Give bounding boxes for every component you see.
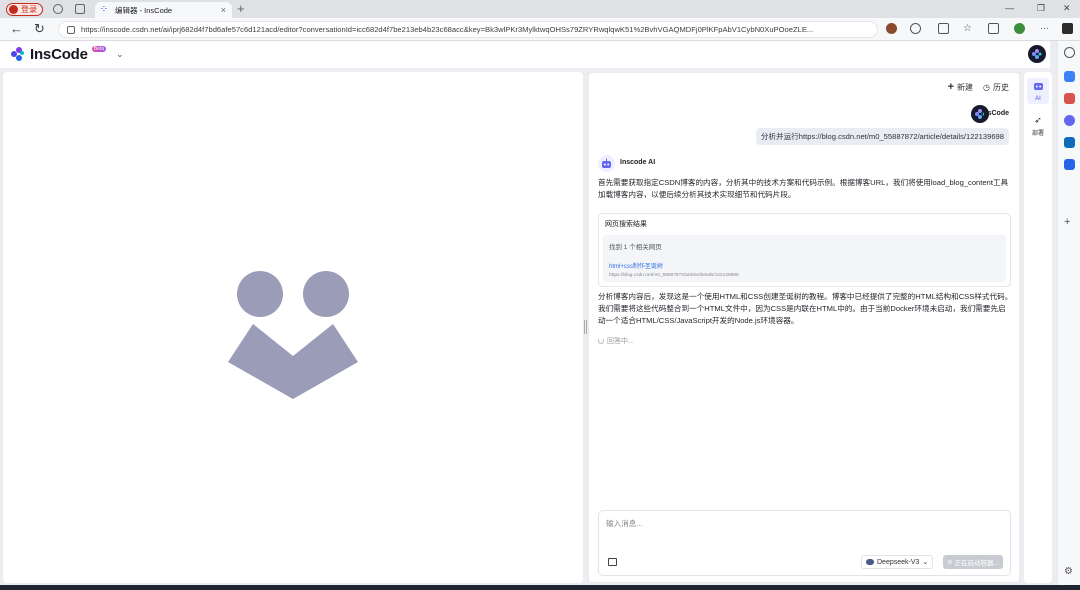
- answering-indicator: 回答中...: [598, 336, 634, 346]
- logo-text: InsCode: [30, 46, 88, 63]
- message-input-placeholder[interactable]: 输入消息...: [606, 518, 643, 529]
- workspaces-icon[interactable]: [53, 4, 63, 14]
- split-screen-icon[interactable]: [938, 23, 949, 34]
- user-name: InsCode: [981, 110, 1009, 117]
- ai-name: Inscode AI: [620, 159, 656, 166]
- search-icon[interactable]: [1064, 47, 1075, 58]
- tab-actions-icon[interactable]: [75, 4, 85, 14]
- tab-title: 编辑器 - InsCode: [115, 5, 173, 15]
- copilot-sidebar-icon[interactable]: [1064, 115, 1075, 126]
- ai-avatar: [598, 155, 615, 172]
- collections-icon[interactable]: [988, 23, 999, 34]
- deploy-tab[interactable]: ➶ 部署: [1027, 110, 1049, 137]
- search-card-title: 网页搜索结果: [605, 221, 647, 228]
- spinner-icon: ⊘: [947, 559, 953, 566]
- inscode-logo-icon: [11, 47, 26, 62]
- spinner-icon: [598, 338, 604, 344]
- new-chat-button[interactable]: + 新建: [948, 81, 973, 93]
- new-chat-label: 新建: [957, 82, 974, 92]
- outlook-icon[interactable]: [1064, 137, 1075, 148]
- favorites-icon[interactable]: ☆: [963, 23, 974, 34]
- inscode-favicon-icon: ⁘: [101, 6, 107, 13]
- web-search-card: 网页搜索结果 找到 1 个相关网页 html+css制作圣诞树 https://…: [598, 213, 1011, 287]
- send-icon[interactable]: [1064, 159, 1075, 170]
- search-found-count: 找到 1 个相关网页: [609, 244, 662, 251]
- chevron-down-icon: ⌄: [922, 559, 929, 566]
- chat-toolbar: + 新建 ◷ 历史: [948, 81, 1009, 93]
- add-icon[interactable]: +: [1064, 217, 1075, 228]
- user-avatar[interactable]: [1028, 45, 1046, 63]
- ai-tab-label: AI: [1035, 96, 1041, 102]
- more-menu-icon[interactable]: ···: [1040, 23, 1051, 34]
- lock-icon: [67, 26, 75, 34]
- robot-icon: [1033, 83, 1043, 90]
- extension-icon[interactable]: [886, 23, 897, 34]
- browser-essentials-icon[interactable]: [1014, 23, 1025, 34]
- ai-message-1: 首先需要获取指定CSDN博客的内容，分析其中的技术方案和代码示例。根据博客URL…: [598, 178, 1009, 200]
- chat-panel: + 新建 ◷ 历史 InsCode 分析并运行https://blog.csdn.n…: [588, 72, 1020, 583]
- search-result-link[interactable]: html+css制作圣诞树: [609, 261, 1000, 270]
- chevron-down-icon[interactable]: ⌄: [116, 49, 124, 60]
- robot-icon: [602, 158, 611, 168]
- rocket-icon: ➶: [1034, 115, 1042, 125]
- settings-gear-icon[interactable]: ⚙: [1064, 566, 1075, 577]
- search-result-box: 找到 1 个相关网页 html+css制作圣诞树 https://blog.cs…: [603, 235, 1006, 282]
- deploy-tab-label: 部署: [1031, 131, 1044, 137]
- preview-panel: [3, 72, 583, 583]
- app-right-toolbar: AI ➶ 部署: [1024, 72, 1052, 583]
- deepseek-logo-icon: [866, 559, 874, 565]
- profile-button[interactable]: 登录: [6, 3, 43, 16]
- url-text: https://inscode.csdn.net/ai/iprj682d4f7b…: [81, 25, 814, 34]
- send-label: 正在启动容器...: [954, 560, 999, 567]
- address-bar[interactable]: https://inscode.csdn.net/ai/iprj682d4f7b…: [58, 21, 878, 38]
- refresh-icon[interactable]: ↻: [34, 22, 45, 36]
- close-window-icon[interactable]: ✕: [1063, 3, 1071, 14]
- profile-label: 登录: [21, 5, 37, 14]
- panel-resize-handle[interactable]: [584, 320, 587, 334]
- model-selector[interactable]: Deepseek-V3 ⌄: [861, 555, 934, 569]
- app-header: InsCode Beta ⌄: [0, 41, 1050, 69]
- restore-icon[interactable]: ❐: [1037, 3, 1045, 14]
- os-taskbar: [0, 585, 1080, 590]
- new-tab-button[interactable]: +: [237, 1, 245, 16]
- close-tab-icon[interactable]: ×: [221, 5, 226, 15]
- profile-avatar-icon: [9, 5, 18, 14]
- user-message-bubble: 分析并运行https://blog.csdn.net/m0_55887872/a…: [755, 128, 1009, 145]
- clock-icon: ◷: [983, 82, 990, 92]
- inscode-logo[interactable]: InsCode Beta ⌄: [11, 45, 124, 63]
- browser-address-row: ← ↻ https://inscode.csdn.net/ai/iprj682d…: [0, 18, 1080, 41]
- browser-tab-active[interactable]: ⁘ 编辑器 - InsCode ×: [95, 2, 232, 18]
- ai-message-2: 分析博客内容后，发现这是一个使用HTML和CSS创建圣诞树的教程。博客中已经提供…: [598, 292, 1013, 326]
- loading-text: 回答中...: [607, 338, 634, 345]
- back-icon[interactable]: ←: [10, 22, 23, 36]
- minimize-icon[interactable]: —: [1005, 3, 1014, 13]
- avatar-logo-icon: [1032, 49, 1042, 59]
- tag-icon[interactable]: [1064, 71, 1075, 82]
- ai-tab[interactable]: AI: [1027, 78, 1049, 104]
- browser-sidebar: + ⚙: [1057, 41, 1080, 590]
- toolbox-icon[interactable]: [1064, 93, 1075, 104]
- history-label: 历史: [993, 82, 1009, 92]
- copilot-icon[interactable]: [1062, 23, 1073, 34]
- search-result-url: https://blog.csdn.net/m0_55887872/articl…: [609, 273, 739, 278]
- empty-preview-illustration: [228, 271, 358, 399]
- browser-tab-bar: 登录 ⁘ 编辑器 - InsCode × + — ❐ ✕: [0, 0, 1080, 18]
- extensions-puzzle-icon[interactable]: [910, 23, 921, 34]
- image-upload-icon[interactable]: [608, 558, 617, 566]
- send-button[interactable]: ⊘ 正在启动容器...: [943, 555, 1003, 569]
- model-label: Deepseek-V3: [877, 558, 920, 566]
- history-button[interactable]: ◷ 历史: [983, 81, 1009, 93]
- message-input-box[interactable]: 输入消息... Deepseek-V3 ⌄ ⊘ 正在启动容器...: [598, 510, 1011, 576]
- beta-badge: Beta: [91, 45, 107, 52]
